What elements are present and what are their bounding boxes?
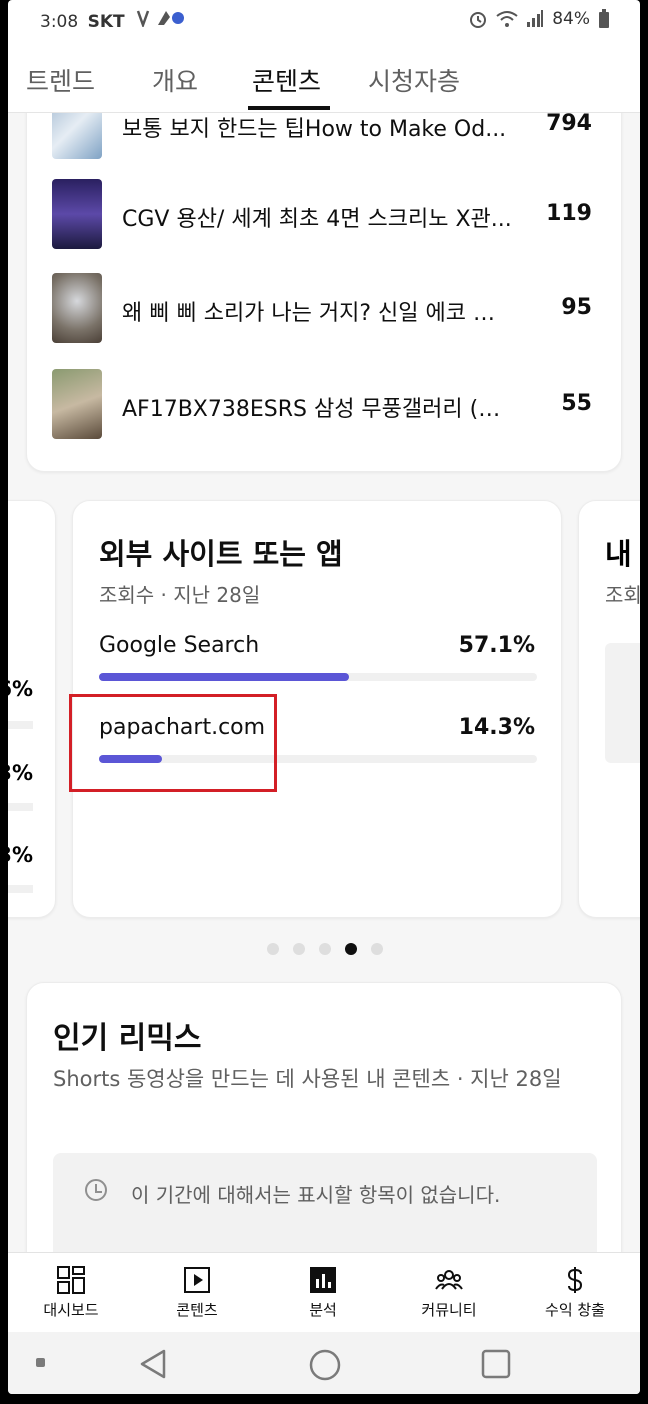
video-count: 794 bbox=[546, 112, 592, 136]
community-icon bbox=[435, 1270, 463, 1290]
video-row[interactable]: CGV 용산/ 세계 최초 4면 스크리노 X관... 119 bbox=[52, 179, 592, 253]
analytics-tabs: 트렌드 개요 콘텐츠 시청자층 bbox=[8, 44, 640, 113]
dashboard-icon bbox=[57, 1266, 85, 1294]
nav-label: 콘텐츠 bbox=[176, 1301, 218, 1319]
video-title: 보통 보지 한드는 팁How to Make Od... bbox=[122, 117, 507, 142]
analytics-icon bbox=[310, 1267, 336, 1293]
empty-state-text: 이 기간에 대해서는 표시할 항목이 없습니다. bbox=[131, 1183, 501, 1207]
source-bar-track bbox=[99, 673, 537, 681]
home-icon[interactable] bbox=[308, 1348, 342, 1382]
video-row[interactable]: 보통 보지 한드는 팁How to Make Od... 794 bbox=[52, 112, 592, 163]
top-videos-card: 보통 보지 한드는 팁How to Make Od... 794 CGV 용산/… bbox=[26, 112, 622, 472]
carousel-indicator bbox=[267, 943, 383, 955]
phone-screen: 3:08 SKT 84% 트렌드 개요 콘텐츠 시청자층 보통 보지 한드는 팁… bbox=[8, 0, 640, 1394]
nav-label: 대시보드 bbox=[43, 1301, 99, 1319]
carousel-dot[interactable] bbox=[293, 943, 305, 955]
video-row[interactable]: 왜 삐 삐 소리가 나는 거지? 신일 에코 큐... 95 bbox=[52, 273, 592, 347]
tab-trends[interactable]: 트렌드 bbox=[26, 62, 95, 98]
clock-icon bbox=[85, 1179, 107, 1201]
video-count: 119 bbox=[546, 201, 592, 226]
video-count: 55 bbox=[561, 391, 592, 416]
video-title: 왜 삐 삐 소리가 나는 거지? 신일 에코 큐... bbox=[122, 301, 512, 326]
keyboard-dot-icon[interactable] bbox=[36, 1358, 45, 1367]
monetization-icon bbox=[567, 1267, 583, 1293]
video-title: CGV 용산/ 세계 최초 4면 스크리노 X관... bbox=[122, 207, 512, 232]
bottom-navigation: 대시보드 콘텐츠 분석 커뮤니티 수익 창출 bbox=[8, 1252, 640, 1333]
next-card[interactable]: 내 조회 bbox=[578, 500, 640, 918]
system-navigation-bar bbox=[8, 1332, 640, 1394]
status-bar: 3:08 SKT 84% bbox=[8, 0, 640, 40]
nav-label: 커뮤니티 bbox=[421, 1301, 477, 1319]
video-row[interactable]: AF17BX738ESRS 삼성 무풍갤러리 (홈... 55 bbox=[52, 369, 592, 443]
source-label-google: Google Search bbox=[99, 633, 260, 658]
status-right: 84% bbox=[468, 9, 610, 29]
nav-community[interactable]: 커뮤니티 bbox=[386, 1253, 512, 1333]
recents-icon[interactable] bbox=[480, 1348, 512, 1380]
tab-content[interactable]: 콘텐츠 bbox=[252, 62, 321, 98]
card-subtitle: Shorts 동영상을 만드는 데 사용된 내 콘텐츠 · 지난 28일 bbox=[53, 1067, 562, 1091]
tab-audience[interactable]: 시청자층 bbox=[368, 62, 460, 98]
carousel-dot[interactable] bbox=[371, 943, 383, 955]
previous-card-bar bbox=[8, 803, 33, 811]
video-thumbnail bbox=[52, 179, 102, 249]
nav-dashboard[interactable]: 대시보드 bbox=[8, 1253, 134, 1333]
nav-content[interactable]: 콘텐츠 bbox=[134, 1253, 260, 1333]
battery-icon bbox=[599, 9, 609, 28]
video-title: AF17BX738ESRS 삼성 무풍갤러리 (홈... bbox=[122, 397, 512, 422]
next-card-subtitle: 조회 bbox=[605, 583, 640, 607]
empty-state: 이 기간에 대해서는 표시할 항목이 없습니다. bbox=[53, 1153, 597, 1252]
card-subtitle: 조회수 · 지난 28일 bbox=[99, 583, 261, 607]
back-icon[interactable] bbox=[138, 1348, 170, 1380]
nav-monetization[interactable]: 수익 창출 bbox=[512, 1253, 638, 1333]
wifi-icon bbox=[496, 11, 518, 27]
previous-card-bar bbox=[8, 885, 33, 893]
previous-card-percent: 3% bbox=[8, 843, 33, 867]
source-percent-papachart: 14.3% bbox=[458, 715, 535, 740]
carousel-dot-active[interactable] bbox=[345, 943, 357, 955]
source-percent-google: 57.1% bbox=[458, 633, 535, 658]
video-thumbnail bbox=[52, 112, 102, 159]
status-time: 3:08 bbox=[40, 12, 79, 32]
popular-remix-card: 인기 리믹스 Shorts 동영상을 만드는 데 사용된 내 콘텐츠 · 지난 … bbox=[26, 982, 622, 1252]
highlight-box bbox=[69, 694, 277, 792]
next-card-placeholder bbox=[605, 643, 640, 763]
status-carrier: SKT bbox=[87, 12, 125, 32]
content-scroll-area[interactable]: 보통 보지 한드는 팁How to Make Od... 794 CGV 용산/… bbox=[8, 112, 640, 1252]
alarm-icon bbox=[470, 12, 487, 28]
previous-card-percent: 3% bbox=[8, 761, 33, 785]
next-card-title: 내 bbox=[605, 537, 632, 571]
notification-icon bbox=[136, 10, 185, 29]
signal-icon bbox=[527, 10, 544, 27]
card-title: 외부 사이트 또는 앱 bbox=[99, 537, 343, 571]
nav-label: 분석 bbox=[309, 1301, 337, 1319]
video-count: 95 bbox=[561, 295, 592, 320]
carousel-dot[interactable] bbox=[319, 943, 331, 955]
active-tab-indicator bbox=[248, 106, 330, 110]
previous-card-percent: 6% bbox=[8, 677, 33, 701]
status-left: 3:08 SKT bbox=[40, 9, 185, 32]
notification-icons bbox=[136, 10, 185, 32]
previous-card-bar bbox=[8, 721, 33, 729]
nav-label: 수익 창출 bbox=[545, 1301, 605, 1319]
content-icon bbox=[184, 1267, 210, 1293]
source-bar-fill bbox=[99, 673, 350, 681]
nav-analytics[interactable]: 분석 bbox=[260, 1253, 386, 1333]
previous-card[interactable]: 6% 3% 3% bbox=[8, 500, 56, 918]
tab-overview[interactable]: 개요 bbox=[152, 62, 198, 98]
battery-percent: 84% bbox=[552, 9, 590, 29]
video-thumbnail bbox=[52, 369, 102, 439]
card-title: 인기 리믹스 bbox=[53, 1021, 202, 1056]
carousel-dot[interactable] bbox=[267, 943, 279, 955]
video-thumbnail bbox=[52, 273, 102, 343]
